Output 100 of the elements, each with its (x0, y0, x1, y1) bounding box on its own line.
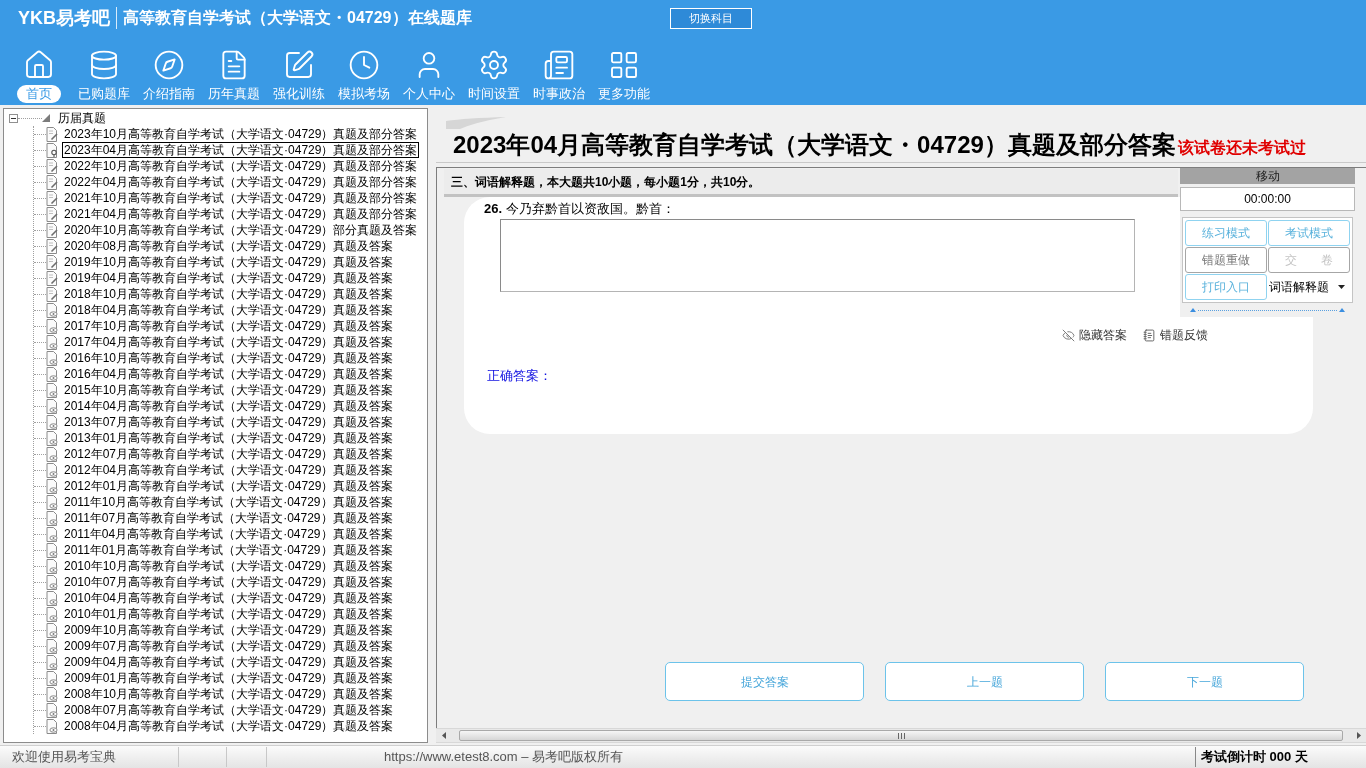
caret-icon (1338, 285, 1345, 289)
paper-title: 2023年04月高等教育自学考试（大学语文・04729）真题及部分答案 (453, 130, 1176, 160)
document-eye-icon (46, 638, 58, 654)
document-eye-icon (46, 366, 58, 382)
document-eye-icon (46, 350, 58, 366)
tree-item[interactable]: 2014年04月高等教育自学考试（大学语文·04729）真题及答案 (62, 398, 396, 414)
section-header: 三、词语解释题，本大题共10小题，每小题1分，共10分。 (444, 169, 1178, 197)
tree-item[interactable]: 2009年01月高等教育自学考试（大学语文·04729）真题及答案 (62, 670, 396, 686)
document-eye-icon (46, 318, 58, 334)
tree-item[interactable]: 2009年07月高等教育自学考试（大学语文·04729）真题及答案 (62, 638, 396, 654)
document-eye-icon (46, 590, 58, 606)
tree-item[interactable]: 2013年07月高等教育自学考试（大学语文·04729）真题及答案 (62, 414, 396, 430)
copyright-text: https://www.etest8.com – 易考吧版权所有 (384, 748, 624, 767)
tree-item[interactable]: 2008年07月高等教育自学考试（大学语文·04729）真题及答案 (62, 702, 396, 718)
tree-item[interactable]: 2012年04月高等教育自学考试（大学语文·04729）真题及答案 (62, 462, 396, 478)
document-pencil-icon (46, 222, 58, 238)
correct-answer-label: 正确答案： (487, 368, 552, 384)
tree-item[interactable]: 2022年10月高等教育自学考试（大学语文·04729）真题及部分答案 (62, 158, 420, 174)
document-eye-icon (46, 398, 58, 414)
document-eye-icon (46, 574, 58, 590)
document-pencil-icon (46, 174, 58, 190)
tree-item[interactable]: 2010年10月高等教育自学考试（大学语文·04729）真题及答案 (62, 558, 396, 574)
tree-item[interactable]: 2016年04月高等教育自学考试（大学语文·04729）真题及答案 (62, 366, 396, 382)
triangle-icon (42, 114, 50, 122)
document-pencil-icon (46, 238, 58, 254)
timer-display: 00:00:00 (1180, 187, 1355, 211)
horizontal-scrollbar[interactable] (436, 728, 1366, 743)
clock-icon (347, 49, 380, 81)
tree-item[interactable]: 2021年04月高等教育自学考试（大学语文·04729）真题及部分答案 (62, 206, 420, 222)
document-pencil-icon (46, 190, 58, 206)
up-triangle-icon[interactable] (1339, 308, 1345, 312)
page-curl-drawing (446, 117, 506, 129)
scroll-left-icon[interactable] (441, 732, 446, 739)
document-eye-icon (46, 478, 58, 494)
document-eye-icon (46, 430, 58, 446)
document-pencil-icon (46, 126, 58, 142)
paper-status: 该试卷还未考试过 (1177, 138, 1306, 158)
tree-item[interactable]: 2012年07月高等教育自学考试（大学语文·04729）真题及答案 (62, 446, 396, 462)
tree-item[interactable]: 2008年04月高等教育自学考试（大学语文·04729）真题及答案 (62, 718, 396, 734)
tree-item[interactable]: 2019年10月高等教育自学考试（大学语文·04729）真题及答案 (62, 254, 396, 270)
app-logo: YKB易考吧 (18, 7, 110, 29)
scroll-right-icon[interactable] (1356, 732, 1361, 739)
tree-item[interactable]: 2012年01月高等教育自学考试（大学语文·04729）真题及答案 (62, 478, 396, 494)
tree-item[interactable]: 2018年04月高等教育自学考试（大学语文·04729）真题及答案 (62, 302, 396, 318)
document-eye-icon (46, 302, 58, 318)
tree-item[interactable]: 2016年10月高等教育自学考试（大学语文·04729）真题及答案 (62, 350, 396, 366)
tree-item[interactable]: 2023年10月高等教育自学考试（大学语文·04729）真题及部分答案 (62, 126, 420, 142)
exam-countdown: 考试倒计时 000 天 (1195, 747, 1366, 767)
app-title: 高等教育自学考试（大学语文・04729）在线题库 (123, 8, 472, 28)
answer-action-link[interactable]: 隐藏答案 (1062, 328, 1127, 343)
document-eye-icon (46, 718, 58, 734)
tree-item[interactable]: 2020年10月高等教育自学考试（大学语文·04729）部分真题及答案 (62, 222, 420, 238)
document-eye-icon (46, 462, 58, 478)
tree-item[interactable]: 2017年10月高等教育自学考试（大学语文·04729）真题及答案 (62, 318, 396, 334)
tree-item[interactable]: 2010年07月高等教育自学考试（大学语文·04729）真题及答案 (62, 574, 396, 590)
document-eye-icon (46, 382, 58, 398)
document-pencil-icon (46, 270, 58, 286)
document-eye-icon (46, 542, 58, 558)
tree-item[interactable]: 2013年01月高等教育自学考试（大学语文·04729）真题及答案 (62, 430, 396, 446)
eye-off-icon (1062, 329, 1075, 342)
grip-icon (897, 732, 905, 739)
scrollbar-thumb[interactable] (459, 730, 1343, 741)
tree-item[interactable]: 2019年04月高等教育自学考试（大学语文·04729）真题及答案 (62, 270, 396, 286)
collapse-icon[interactable] (9, 113, 18, 123)
document-eye-icon (46, 654, 58, 670)
question-text: 26. 今乃弃黔首以资敌国。黔首： (484, 200, 675, 218)
tree-item[interactable]: 2011年07月高等教育自学考试（大学语文·04729）真题及答案 (62, 510, 395, 526)
tree-item[interactable]: 2022年04月高等教育自学考试（大学语文·04729）真题及部分答案 (62, 174, 420, 190)
tree-item[interactable]: 2011年04月高等教育自学考试（大学语文·04729）真题及答案 (62, 526, 395, 542)
up-triangle-icon[interactable] (1190, 308, 1196, 312)
document-pencil-icon (46, 286, 58, 302)
switch-subject-button[interactable]: 切换科目 (670, 7, 752, 29)
panel-title-bar[interactable]: 移动 (1180, 168, 1355, 184)
document-eye-icon (46, 558, 58, 574)
tree-item[interactable]: 2009年04月高等教育自学考试（大学语文·04729）真题及答案 (62, 654, 396, 670)
tree-item[interactable]: 2015年10月高等教育自学考试（大学语文·04729）真题及答案 (62, 382, 396, 398)
tree-item[interactable]: 2020年08月高等教育自学考试（大学语文·04729）真题及答案 (62, 238, 396, 254)
document-pencil-icon (46, 158, 58, 174)
answer-action-link[interactable]: 错题反馈 (1143, 328, 1208, 343)
tree-item[interactable]: 2021年10月高等教育自学考试（大学语文·04729）真题及部分答案 (62, 190, 420, 206)
tree-item[interactable]: 2008年10月高等教育自学考试（大学语文·04729）真题及答案 (62, 686, 396, 702)
tree-item[interactable]: 2023年04月高等教育自学考试（大学语文·04729）真题及部分答案 (62, 142, 420, 158)
document-eye-icon (46, 510, 58, 526)
document-pin-icon (46, 142, 58, 158)
tree-item[interactable]: 2017年04月高等教育自学考试（大学语文·04729）真题及答案 (62, 334, 396, 350)
tree-item[interactable]: 2011年01月高等教育自学考试（大学语文·04729）真题及答案 (62, 542, 395, 558)
document-eye-icon (46, 670, 58, 686)
control-button[interactable]: 错题重做 (1185, 247, 1267, 273)
document-eye-icon (46, 334, 58, 350)
tree-item[interactable]: 2011年10月高等教育自学考试（大学语文·04729）真题及答案 (62, 494, 395, 510)
tree-item[interactable]: 2009年10月高等教育自学考试（大学语文·04729）真题及答案 (62, 622, 396, 638)
document-eye-icon (46, 414, 58, 430)
document-pencil-icon (46, 254, 58, 270)
tree-item[interactable]: 2010年04月高等教育自学考试（大学语文·04729）真题及答案 (62, 590, 396, 606)
document-eye-icon (46, 702, 58, 718)
tree-root-label[interactable]: 历届真题 (58, 111, 106, 125)
tree-item[interactable]: 2010年01月高等教育自学考试（大学语文·04729）真题及答案 (62, 606, 396, 622)
tree-item[interactable]: 2018年10月高等教育自学考试（大学语文·04729）真题及答案 (62, 286, 396, 302)
compass-icon (152, 49, 185, 81)
answer-field[interactable] (500, 219, 1135, 292)
